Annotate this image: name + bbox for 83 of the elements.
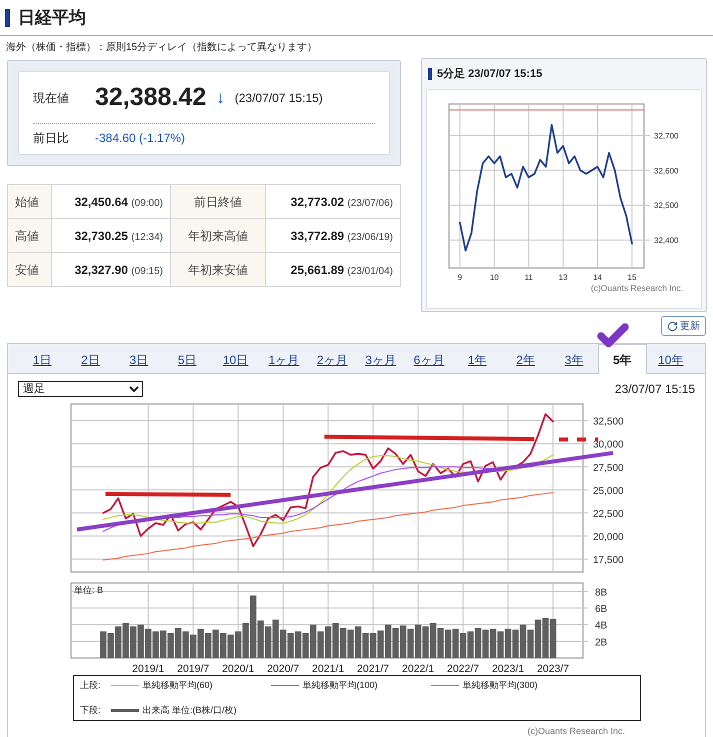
stat-value-cell: 32,773.02 (23/07/06) [265,184,400,218]
stat-label-cell: 高値 [8,218,52,252]
axis-tick-label: 2023/7 [536,663,570,675]
period-tab[interactable]: 10年 [646,347,695,373]
stat-value-cell: 32,327.90 (09:15) [52,252,170,286]
axis-tick-label: 2023/1 [492,663,524,675]
axis-tick-label: 27,500 [593,462,624,474]
stat-value-cell: 33,772.89 (23/06/19) [265,218,400,252]
period-tab[interactable]: 3日 [114,347,164,373]
quote-time: (23/07/07 15:15) [234,90,323,106]
axis-tick-label: 32,500 [654,201,678,210]
axis-tick-label: 30,000 [593,440,624,451]
period-tab[interactable]: 5日 [163,347,212,373]
period-tab[interactable]: 6ヶ月 [404,347,454,373]
axis-tick-label: 13 [558,273,568,282]
period-tab[interactable]: 5年 [598,344,647,374]
dashed-line-drawing [559,438,598,442]
axis-tick-label: 6B [595,604,608,615]
stat-label-cell: 年初来高値 [170,218,266,252]
title-marker [428,68,432,80]
axis-tick-label: 32,500 [593,416,624,428]
stat-label-cell: 前日終値 [170,184,266,218]
axis-tick-label: 2020/7 [267,663,300,675]
axis-tick-label: 10 [490,273,499,282]
period-tab[interactable]: 2年 [501,347,550,373]
down-arrow: ↓ [216,86,225,109]
period-tab[interactable]: 10日 [211,347,260,373]
current-price: 32,388.42 [95,82,206,113]
axis-tick-label: 8B [595,587,608,598]
legend-label: 単純移動平均(60) [142,678,213,692]
axis-tick-label: 2019/7 [177,663,210,675]
unit-label: 単位: B [74,585,104,595]
stat-label-cell: 始値 [8,184,52,218]
refresh-icon [667,320,678,332]
change-label: 前日比 [33,130,70,147]
chart-timestamp: 23/07/07 15:15 [614,381,695,398]
axis-tick-label: 2021/1 [312,663,344,675]
period-tab[interactable]: 2日 [66,347,115,373]
legend-label: 出来高 単位:(B株/口/枚) [142,704,237,717]
axis-tick-label: 11 [524,273,533,282]
period-tab[interactable]: 3ヶ月 [356,347,405,373]
period-tab[interactable]: 1日 [18,347,66,373]
axis-tick-label: 14 [593,273,602,282]
stat-label-cell: 年初来安値 [170,252,266,286]
stat-label-cell: 安値 [8,252,52,286]
period-tab[interactable]: 3年 [550,347,598,373]
period-tab[interactable]: 1ヶ月 [260,347,308,373]
price-change: -384.60 (-1.17%) [95,130,186,147]
axis-tick-label: 32,400 [654,236,678,246]
axis-tick-label: 20,000 [593,532,624,543]
axis-tick-label: 2021/7 [357,663,390,675]
axis-tick-label: 32,600 [654,166,678,176]
copyright-text: (c)Ouants Research Inc. [526,725,626,737]
axis-tick-label: 2022/7 [447,663,480,675]
refresh-button[interactable]: 更新 [661,316,706,336]
axis-tick-label: 2022/1 [402,663,434,675]
axis-tick-label: 15 [628,273,636,282]
legend-label: 下段: [80,704,101,717]
axis-tick-label: 25,000 [593,486,624,497]
axis-tick-label: 22,500 [593,508,624,520]
delay-notice: 海外（株価・指標）：原則15分ディレイ（指数によって異なります） [5,40,318,55]
page-title: 日経平均 [18,6,86,29]
axis-tick-label: 17,500 [593,555,624,566]
period-tab[interactable]: 2ヶ月 [308,347,356,373]
title-marker [5,8,10,26]
period-tab[interactable]: 1年 [453,347,502,373]
axis-tick-label: 2019/1 [132,663,164,675]
axis-tick-label: 2020/1 [222,663,254,675]
axis-tick-label: 32,700 [654,131,678,140]
copyright-text: (c)Ouants Research Inc. [590,282,684,295]
axis-tick-label: 2B [595,637,608,648]
stat-value-cell: 32,730.25 (12:34) [52,218,170,252]
intraday-title: 5分足 23/07/07 15:15 [437,66,542,82]
axis-tick-label: 4B [595,620,608,632]
stat-value-cell: 25,661.89 (23/01/04) [265,252,400,286]
legend-label: 単純移動平均(300) [462,678,538,692]
legend-label: 上段: [80,678,101,692]
axis-tick-label: 9 [458,273,462,282]
legend-label: 単純移動平均(100) [302,678,378,692]
legend-swatch [110,709,139,712]
current-price-label: 現在値 [33,90,70,106]
interval-select[interactable]: 週足 [18,381,143,397]
stat-value-cell: 32,450.64 (09:00) [52,184,170,218]
